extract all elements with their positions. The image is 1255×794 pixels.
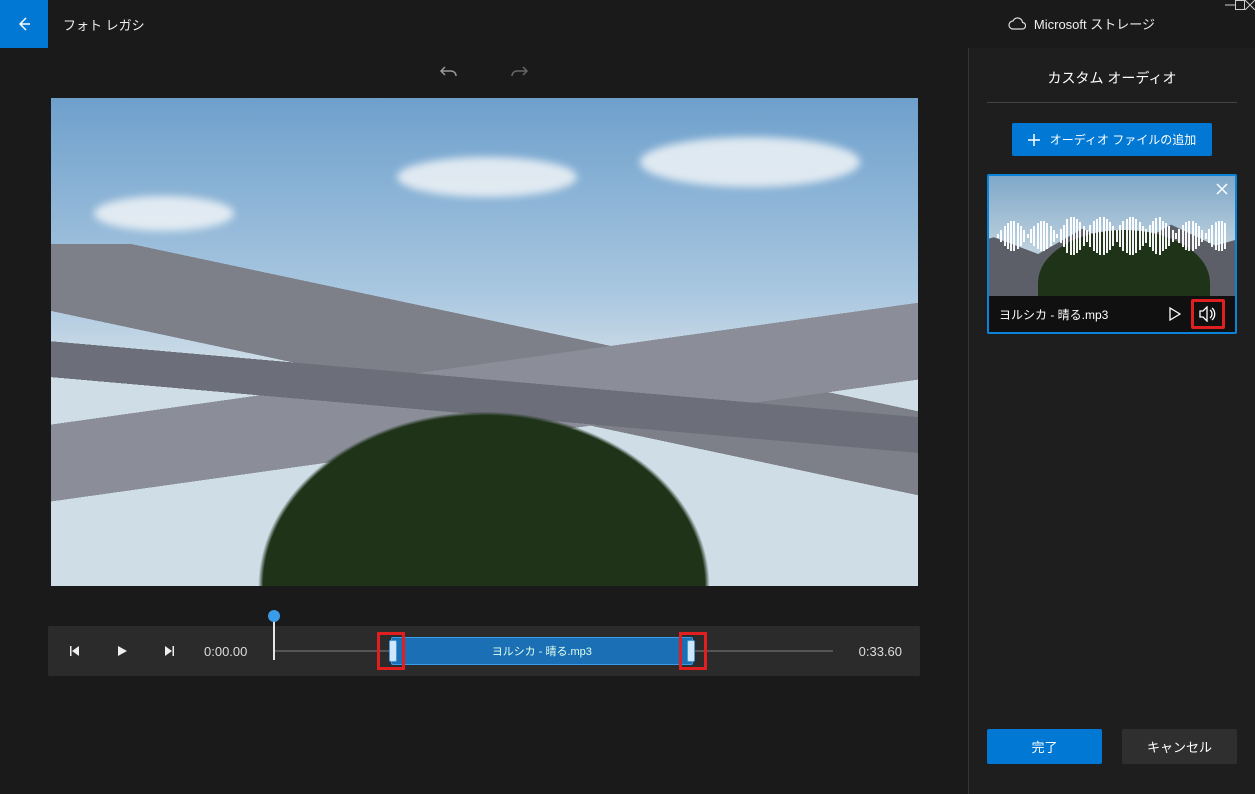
close-button[interactable] [1245, 0, 1255, 10]
undo-redo-bar [0, 48, 968, 96]
next-frame-icon [161, 644, 175, 658]
cloud-icon [1008, 17, 1026, 31]
remove-audio-button[interactable] [1215, 182, 1229, 196]
maximize-icon [1235, 0, 1245, 10]
timeline-track[interactable]: ヨルシカ - 晴る.mp3 [273, 626, 832, 676]
play-button[interactable] [112, 641, 132, 661]
minimize-button[interactable] [1225, 0, 1235, 10]
audio-volume-button[interactable] [1191, 299, 1225, 329]
preview-cloud [640, 137, 860, 187]
side-footer: 完了 キャンセル [987, 729, 1237, 782]
audio-info-row: ヨルシカ - 晴る.mp3 [989, 296, 1235, 332]
preview-cloud [94, 196, 234, 231]
storage-link[interactable]: Microsoft ストレージ [1008, 14, 1155, 33]
undo-button[interactable] [439, 62, 459, 82]
storage-label: Microsoft ストレージ [1034, 14, 1155, 33]
maximize-button[interactable] [1235, 0, 1245, 10]
redo-icon [509, 62, 529, 82]
audio-card[interactable]: ヨルシカ - 晴る.mp3 [987, 174, 1237, 334]
close-icon [1245, 0, 1255, 10]
volume-icon [1199, 306, 1217, 322]
playhead[interactable] [273, 620, 275, 660]
audio-waveform [989, 216, 1235, 256]
clip-label: ヨルシカ - 晴る.mp3 [492, 643, 592, 659]
audio-thumbnail [989, 176, 1235, 296]
audio-play-button[interactable] [1169, 307, 1181, 321]
x-icon [1215, 182, 1229, 196]
play-small-icon [1169, 307, 1181, 321]
timeline-area: 0:00.00 ヨルシカ - 晴る.mp3 0:33.60 [48, 626, 920, 676]
side-panel-title: カスタム オーディオ [987, 60, 1237, 103]
app-title: フォト レガシ [63, 15, 145, 34]
duration-label: 0:33.60 [859, 644, 902, 659]
redo-button[interactable] [509, 62, 529, 82]
title-bar: フォト レガシ Microsoft ストレージ [0, 0, 1255, 48]
prev-frame-icon [69, 644, 83, 658]
next-frame-button[interactable] [158, 641, 178, 661]
audio-clip[interactable]: ヨルシカ - 晴る.mp3 [391, 637, 693, 665]
undo-icon [439, 62, 459, 82]
minimize-icon [1225, 0, 1235, 10]
audio-filename: ヨルシカ - 晴る.mp3 [999, 306, 1159, 323]
window-controls [1225, 0, 1255, 10]
video-preview[interactable] [51, 98, 918, 586]
highlight-left-handle [377, 632, 405, 670]
plus-icon [1028, 134, 1040, 146]
back-button[interactable] [0, 0, 48, 48]
current-time: 0:00.00 [204, 644, 247, 659]
play-icon [115, 644, 129, 658]
preview-cloud [397, 157, 577, 197]
prev-frame-button[interactable] [66, 641, 86, 661]
highlight-right-handle [679, 632, 707, 670]
done-button[interactable]: 完了 [987, 729, 1102, 764]
back-arrow-icon [16, 16, 32, 32]
add-audio-button[interactable]: オーディオ ファイルの追加 [1012, 123, 1213, 156]
playback-bar: 0:00.00 ヨルシカ - 晴る.mp3 0:33.60 [48, 626, 920, 676]
editor-area: 0:00.00 ヨルシカ - 晴る.mp3 0:33.60 [0, 48, 968, 794]
preview-hill [137, 318, 831, 586]
add-audio-label: オーディオ ファイルの追加 [1050, 131, 1197, 148]
side-panel: カスタム オーディオ オーディオ ファイルの追加 ヨルシカ - 晴る.mp3 完… [968, 48, 1255, 794]
cancel-button[interactable]: キャンセル [1122, 729, 1237, 764]
